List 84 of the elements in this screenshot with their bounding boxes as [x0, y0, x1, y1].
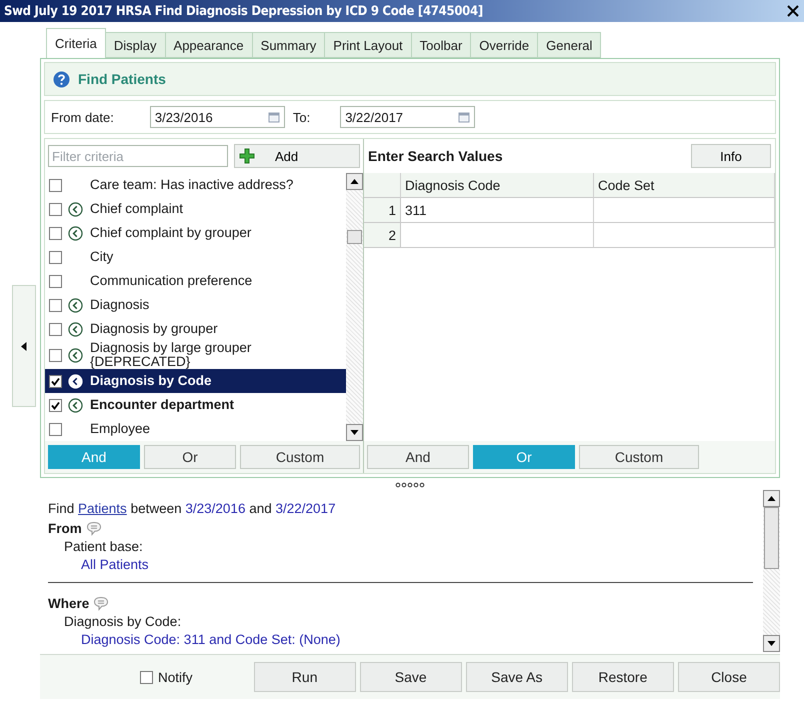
add-button[interactable]: Add	[234, 144, 360, 168]
row-number: 2	[364, 223, 401, 248]
column-header: Code Set	[594, 173, 775, 198]
logic-button[interactable]: Custom	[240, 445, 360, 469]
table-cell[interactable]	[594, 198, 775, 223]
left-arrow-icon	[21, 342, 27, 350]
checkbox[interactable]	[49, 226, 62, 240]
scrollbar[interactable]	[763, 490, 780, 652]
scroll-thumb[interactable]	[347, 230, 362, 244]
checkbox[interactable]	[49, 374, 62, 388]
criteria-value[interactable]: Diagnosis Code: 311 and Code Set: (None)	[48, 631, 753, 649]
notify-checkbox[interactable]: Notify	[140, 670, 250, 684]
section-title: Enter Search Values	[368, 148, 503, 164]
criteria-item[interactable]: Encounter department	[45, 393, 346, 417]
table-cell[interactable]: 311	[401, 198, 594, 223]
checkbox[interactable]	[49, 398, 62, 412]
scroll-up-button[interactable]	[763, 490, 780, 507]
tab[interactable]: Override	[470, 32, 538, 58]
from-date-label: From date:	[51, 110, 114, 124]
section-heading: From	[48, 520, 82, 536]
criteria-value[interactable]: All Patients	[48, 556, 753, 574]
plus-icon	[239, 148, 255, 164]
help-icon[interactable]	[53, 70, 70, 88]
tab[interactable]: Print Layout	[324, 32, 412, 58]
footer-button[interactable]: Restore	[572, 662, 674, 692]
tab[interactable]: Display	[104, 32, 166, 58]
scroll-up-button[interactable]	[346, 173, 363, 190]
tab[interactable]: Criteria	[46, 28, 106, 58]
calendar-icon[interactable]	[458, 111, 470, 123]
speech-bubble-icon[interactable]	[86, 520, 102, 536]
criteria-item[interactable]: Employee	[45, 417, 346, 441]
table-cell[interactable]	[401, 223, 594, 248]
checkbox[interactable]	[49, 422, 62, 436]
footer-button[interactable]: Run	[254, 662, 356, 692]
footer-button[interactable]: Close	[678, 662, 780, 692]
to-date-field[interactable]: 3/22/2017	[340, 106, 476, 128]
patients-link[interactable]: Patients	[78, 501, 127, 516]
tab[interactable]: Toolbar	[410, 32, 472, 58]
criteria-item[interactable]: Diagnosis by grouper	[45, 317, 346, 341]
logic-button[interactable]: Or	[144, 445, 236, 469]
calendar-icon[interactable]	[268, 111, 280, 123]
checkbox[interactable]	[49, 178, 62, 192]
checkbox[interactable]	[49, 274, 62, 288]
scrollbar[interactable]	[346, 173, 363, 441]
checkbox[interactable]	[49, 250, 62, 264]
from-date-field[interactable]: 3/23/2016	[150, 106, 285, 128]
row-number: 1	[364, 198, 401, 223]
criteria-label: Patient base:	[63, 538, 144, 556]
criteria-item[interactable]: Communication preference	[45, 269, 346, 293]
splitter-grip-icon[interactable]	[394, 482, 426, 488]
speech-bubble-icon[interactable]	[93, 596, 110, 610]
scroll-down-button[interactable]	[346, 424, 363, 441]
filter-field[interactable]: Filter criteria	[48, 145, 228, 167]
footer-button[interactable]: Save As	[466, 662, 568, 692]
criteria-label: Diagnosis by Code:	[63, 613, 182, 631]
scroll-thumb[interactable]	[764, 507, 779, 569]
section-heading: Where	[48, 596, 90, 610]
criteria-item[interactable]: Diagnosis by Code	[45, 369, 346, 393]
checkbox[interactable]	[49, 348, 62, 362]
window-title: Swd July 19 2017 HRSA Find Diagnosis Depression by ICD 9 Code [4745004]	[4, 4, 483, 18]
logic-button[interactable]: Custom	[579, 445, 699, 469]
criteria-item[interactable]: Chief complaint by grouper	[45, 221, 346, 245]
criteria-item[interactable]: Chief complaint	[45, 197, 346, 221]
checkbox[interactable]	[49, 298, 62, 312]
criteria-item[interactable]: Care team: Has inactive address?	[45, 173, 346, 197]
criteria-item[interactable]: Diagnosis by large grouper {DEPRECATED}	[45, 341, 346, 369]
checkbox[interactable]	[49, 202, 62, 216]
table-cell[interactable]	[594, 223, 775, 248]
scroll-down-button[interactable]	[763, 635, 780, 652]
info-button[interactable]: Info	[691, 144, 771, 168]
column-header: Diagnosis Code	[401, 173, 594, 198]
close-icon[interactable]	[786, 4, 800, 18]
tab[interactable]: Appearance	[164, 32, 253, 58]
criteria-item[interactable]: City	[45, 245, 346, 269]
logic-button[interactable]: And	[367, 445, 469, 469]
table-corner-header	[364, 173, 401, 198]
tab[interactable]: General	[537, 32, 602, 58]
to-date-label: To:	[292, 110, 310, 124]
panel-title: Find Patients	[78, 71, 166, 87]
checkbox[interactable]	[49, 322, 62, 336]
criteria-item[interactable]: Diagnosis	[45, 293, 346, 317]
tab[interactable]: Summary	[252, 32, 326, 58]
footer-button[interactable]: Save	[360, 662, 462, 692]
summary-sentence: Find Patients between 3/23/2016 and 3/22/2017	[48, 500, 337, 518]
